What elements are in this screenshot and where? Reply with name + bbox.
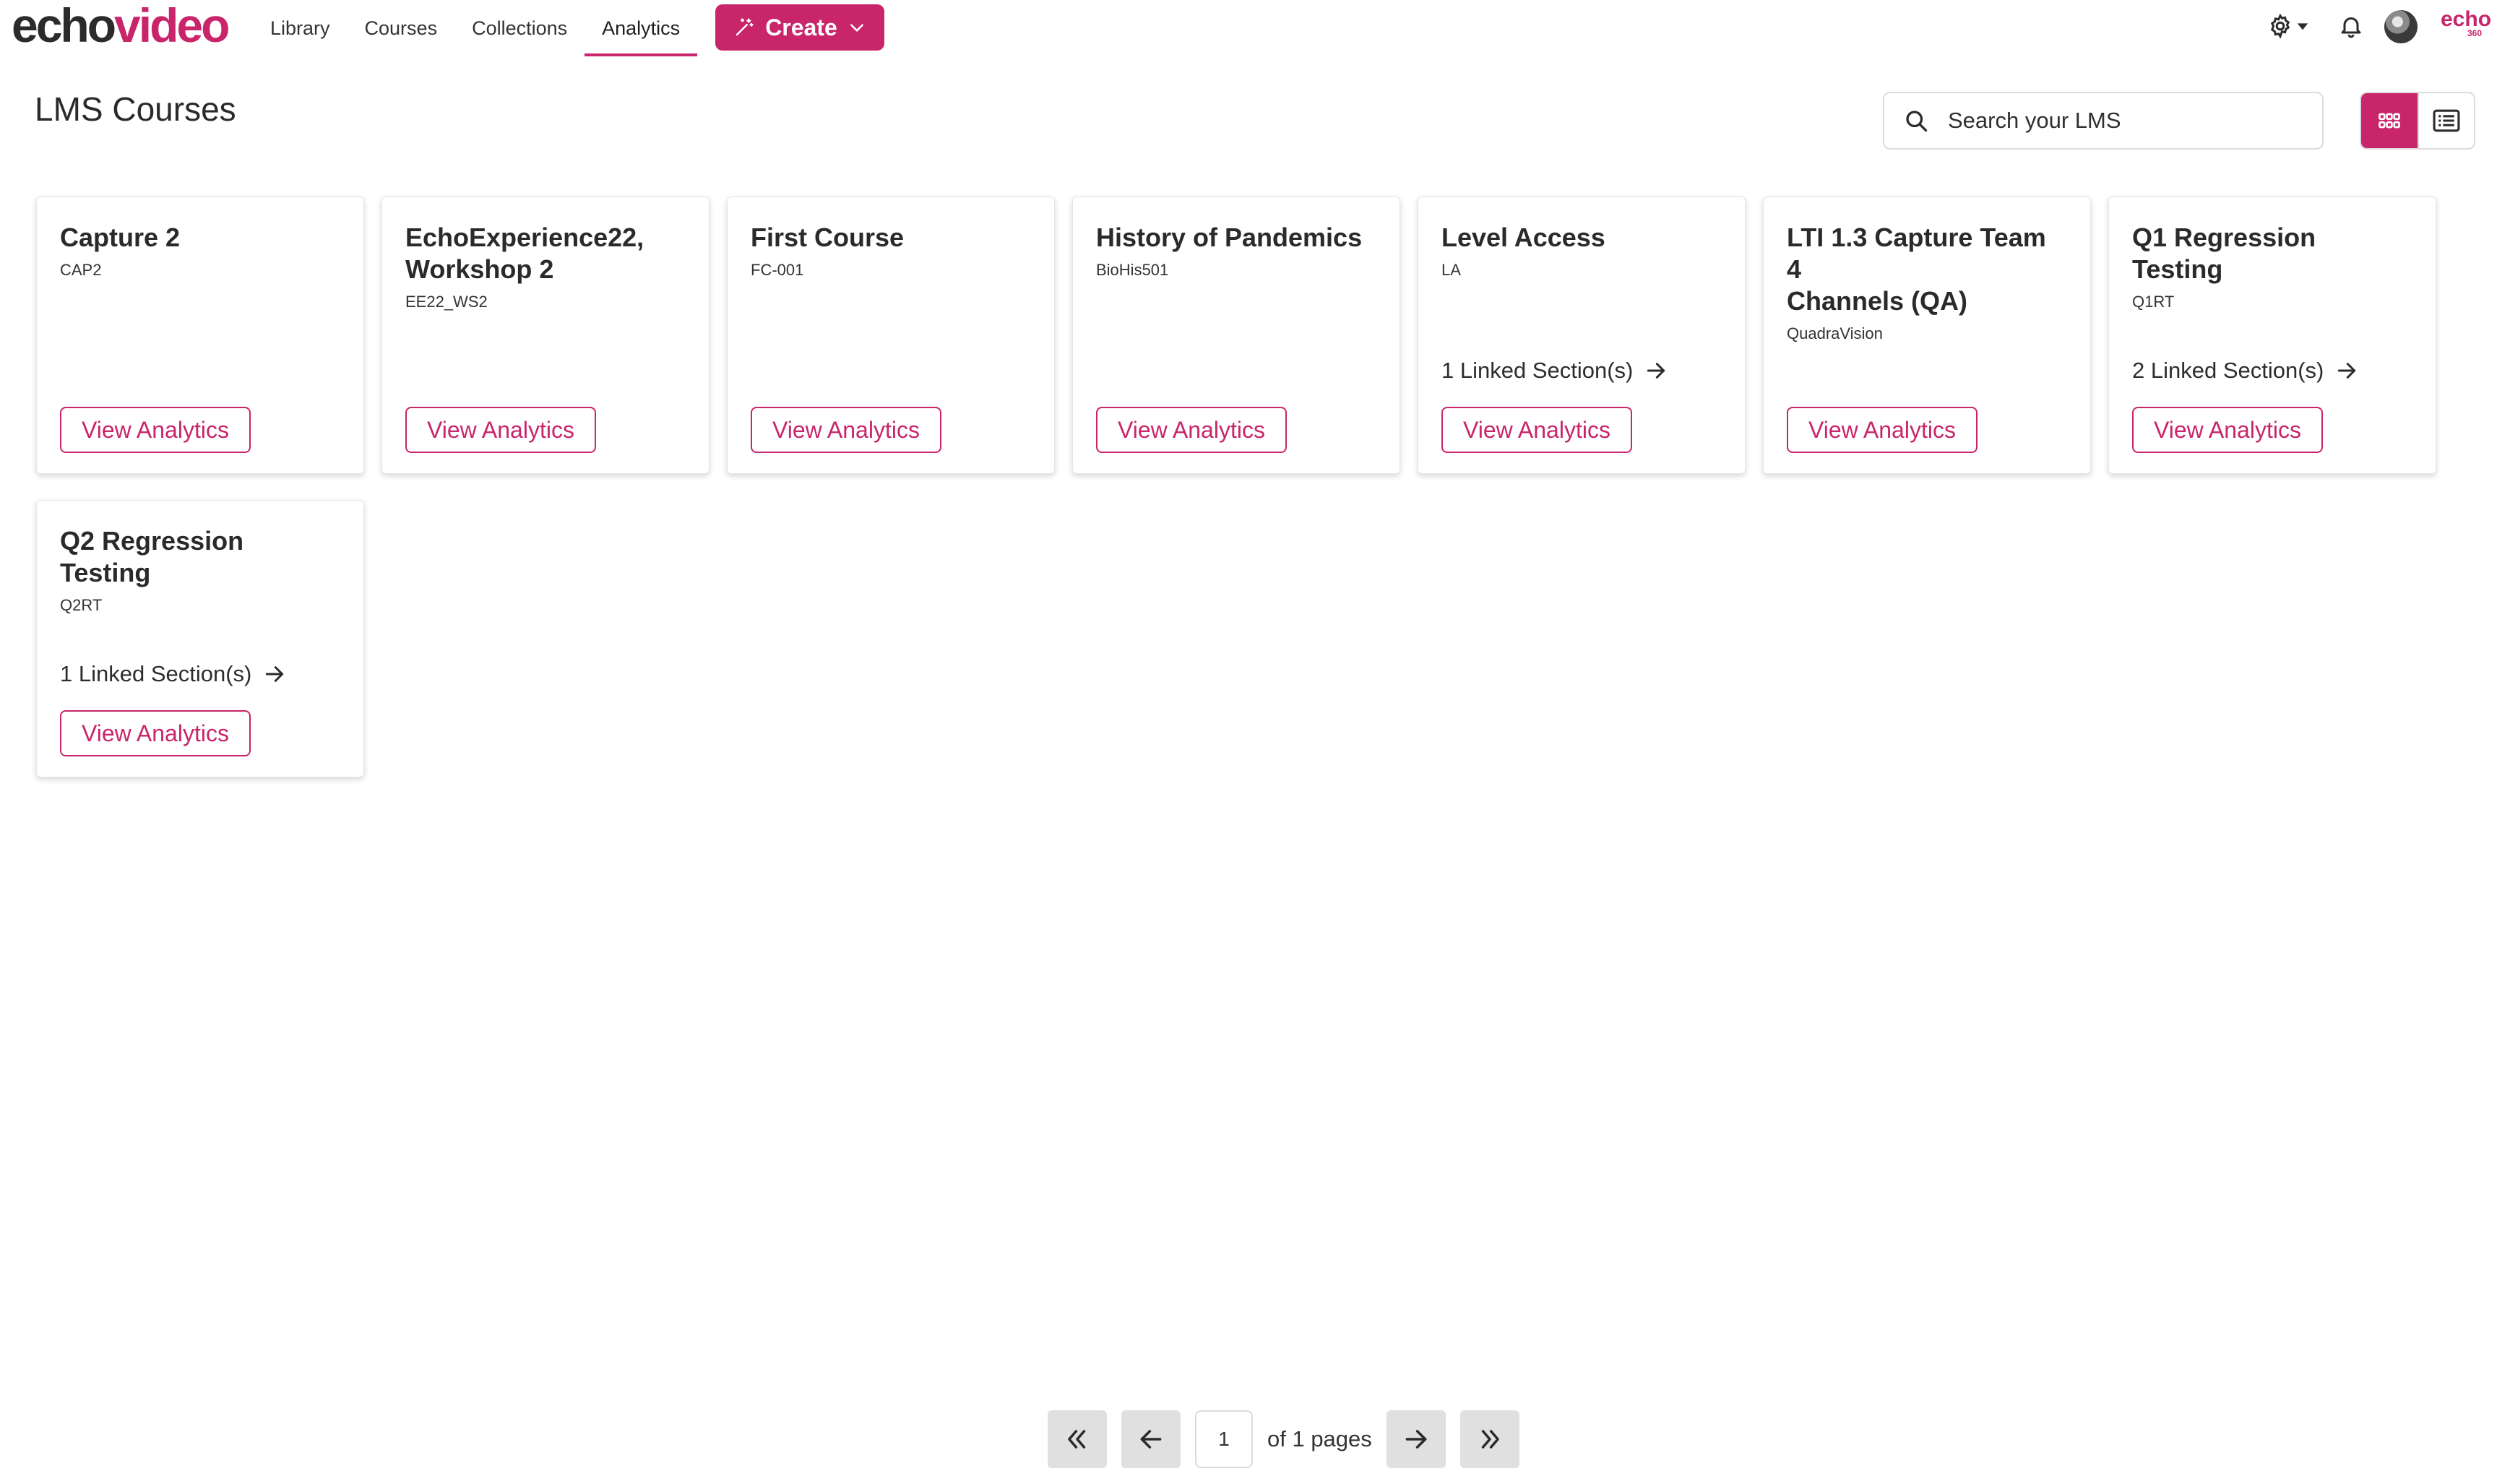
nav-item-label: Analytics <box>602 17 681 39</box>
linked-sections-link[interactable]: 1 Linked Section(s) <box>1441 358 1668 384</box>
course-title-line: Q1 Regression Testing <box>2132 223 2316 284</box>
course-title: Level Access <box>1441 222 1722 254</box>
view-analytics-button[interactable]: View Analytics <box>2132 407 2323 453</box>
user-avatar[interactable] <box>2384 10 2418 43</box>
page-title: LMS Courses <box>35 90 236 128</box>
view-analytics-button[interactable]: View Analytics <box>1096 407 1287 453</box>
nav-item-analytics[interactable]: Analytics <box>585 0 698 56</box>
prev-page-button[interactable] <box>1121 1410 1181 1468</box>
nav-item-label: Collections <box>472 17 568 39</box>
logo-video-text: video <box>114 0 230 52</box>
linked-sections-link[interactable]: 2 Linked Section(s) <box>2132 358 2358 384</box>
course-title: First Course <box>751 222 1031 254</box>
course-code: EE22_WS2 <box>405 293 488 311</box>
page-count-label: of 1 pages <box>1267 1426 1372 1451</box>
view-analytics-button[interactable]: View Analytics <box>1787 407 1978 453</box>
grid-icon <box>2379 113 2400 129</box>
course-title-line: EchoExperience22, <box>405 223 644 252</box>
course-title: Q1 Regression Testing <box>2132 222 2412 285</box>
view-analytics-button[interactable]: View Analytics <box>405 407 596 453</box>
next-page-button[interactable] <box>1386 1410 1446 1468</box>
notifications-button[interactable] <box>2338 13 2364 43</box>
page-number-input[interactable] <box>1195 1410 1253 1468</box>
view-analytics-button[interactable]: View Analytics <box>60 710 251 756</box>
linked-sections-link[interactable]: 1 Linked Section(s) <box>60 661 286 687</box>
top-navigation-bar: echo video Library Courses Collections An… <box>0 0 2497 56</box>
search-icon <box>1906 111 1928 132</box>
view-analytics-button[interactable]: View Analytics <box>1441 407 1632 453</box>
arrow-right-icon <box>1647 363 1665 379</box>
course-code: BioHis501 <box>1096 261 1169 279</box>
first-page-button[interactable] <box>1048 1410 1107 1468</box>
double-chevron-right-icon <box>1481 1430 1499 1449</box>
nav-item-collections[interactable]: Collections <box>454 0 585 56</box>
view-analytics-button[interactable]: View Analytics <box>751 407 941 453</box>
course-title-line: Capture 2 <box>60 223 181 252</box>
arrow-right-icon <box>1405 1430 1427 1449</box>
search-input[interactable] <box>1948 108 2295 134</box>
main-nav: Library Courses Collections Analytics <box>253 0 698 56</box>
course-code: Q2RT <box>60 596 103 614</box>
echovideo-logo[interactable]: echo video <box>12 0 230 52</box>
course-card: First Course FC-001 View Analytics <box>727 197 1055 474</box>
course-code: FC-001 <box>751 261 804 279</box>
course-card: Level Access LA 1 Linked Section(s) View… <box>1418 197 1746 474</box>
arrow-right-icon <box>266 666 284 682</box>
nav-item-library[interactable]: Library <box>253 0 348 56</box>
view-toggle <box>2360 92 2475 150</box>
course-title-line: Channels (QA) <box>1787 286 1968 316</box>
chevron-down-icon <box>850 24 863 32</box>
course-title: Q2 Regression Testing <box>60 525 340 589</box>
arrow-right-icon <box>2338 363 2356 379</box>
nav-item-label: Library <box>270 17 330 39</box>
gear-icon <box>2270 13 2290 39</box>
course-code: LA <box>1441 261 1461 279</box>
create-button-label: Create <box>765 14 837 40</box>
course-code: Q1RT <box>2132 293 2175 311</box>
view-analytics-button[interactable]: View Analytics <box>60 407 251 453</box>
linked-sections-label: 1 Linked Section(s) <box>60 661 252 686</box>
course-card: History of Pandemics BioHis501 View Anal… <box>1072 197 1400 474</box>
course-card: EchoExperience22, Workshop 2 EE22_WS2 Vie… <box>381 197 710 474</box>
echo360-brand-logo: echo 360 <box>2441 7 2492 42</box>
arrow-left-icon <box>1140 1430 1162 1449</box>
course-code: CAP2 <box>60 261 102 279</box>
pagination: of 1 pages <box>1048 1410 1519 1468</box>
search-box[interactable] <box>1883 92 2324 150</box>
linked-sections-label: 1 Linked Section(s) <box>1441 358 1634 383</box>
course-title-line: First Course <box>751 223 905 252</box>
double-chevron-left-icon <box>1068 1430 1086 1449</box>
course-title-line: LTI 1.3 Capture Team 4 <box>1787 223 2046 284</box>
course-card: LTI 1.3 Capture Team 4 Channels (QA) Quad… <box>1763 197 2091 474</box>
course-card: Q1 Regression Testing Q1RT 2 Linked Sect… <box>2108 197 2436 474</box>
brand-mini-text: echo <box>2441 7 2492 31</box>
caret-down-icon <box>2297 23 2308 30</box>
bell-icon <box>2341 17 2361 38</box>
course-title-line: Workshop 2 <box>405 254 554 284</box>
list-view-button[interactable] <box>2417 93 2474 148</box>
course-title-line: Level Access <box>1441 223 1605 252</box>
last-page-button[interactable] <box>1459 1410 1519 1468</box>
course-code: QuadraVision <box>1787 324 1883 342</box>
course-title-line: History of Pandemics <box>1096 223 1363 252</box>
magic-wand-icon <box>736 18 754 36</box>
linked-sections-label: 2 Linked Section(s) <box>2132 358 2324 383</box>
list-icon <box>2433 109 2460 132</box>
settings-menu-button[interactable] <box>2267 13 2309 39</box>
nav-item-label: Courses <box>364 17 438 39</box>
course-title: History of Pandemics <box>1096 222 1376 254</box>
create-button[interactable]: Create <box>715 4 884 51</box>
course-title: EchoExperience22, Workshop 2 <box>405 222 686 285</box>
course-card: Q2 Regression Testing Q2RT 1 Linked Sect… <box>36 500 364 777</box>
grid-view-button[interactable] <box>2361 93 2418 148</box>
course-title-line: Q2 Regression Testing <box>60 526 244 587</box>
course-title: LTI 1.3 Capture Team 4 Channels (QA) <box>1787 222 2067 317</box>
course-grid: Capture 2 CAP2 View Analytics EchoExperi… <box>36 197 2442 777</box>
course-card: Capture 2 CAP2 View Analytics <box>36 197 364 474</box>
nav-item-courses[interactable]: Courses <box>348 0 455 56</box>
course-title: Capture 2 <box>60 222 340 254</box>
logo-echo-text: echo <box>12 0 116 52</box>
